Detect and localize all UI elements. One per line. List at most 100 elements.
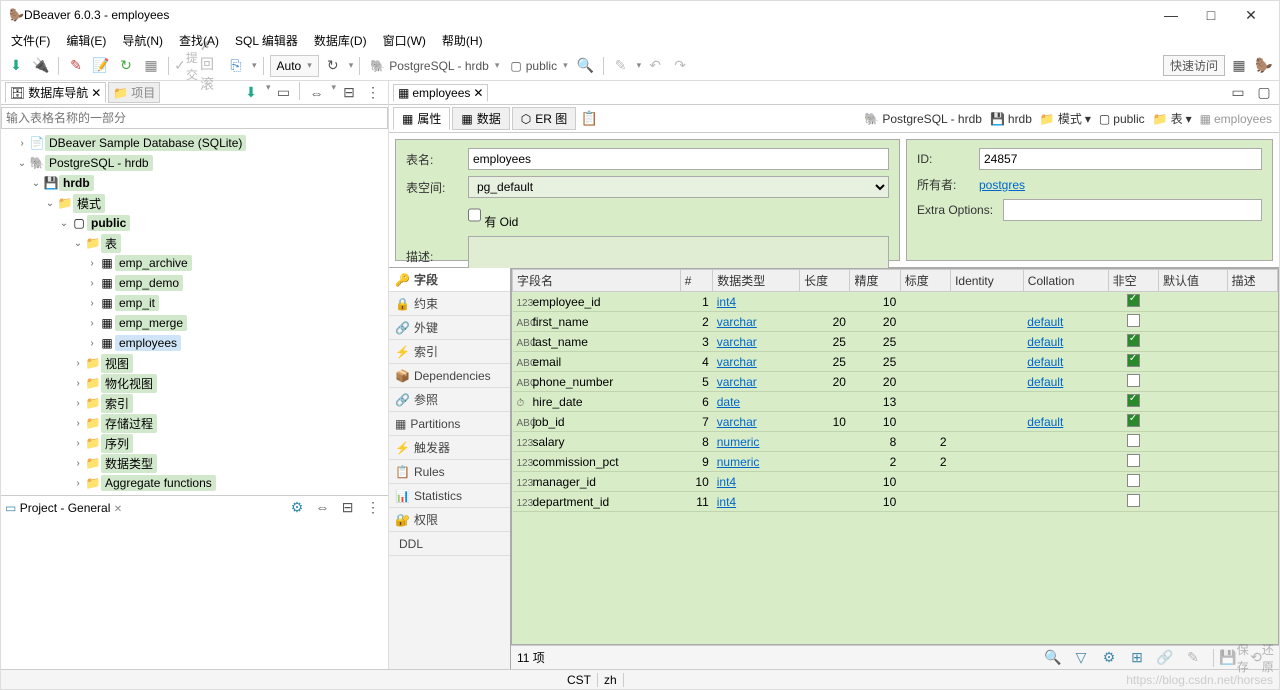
tab-db-navigator[interactable]: 🗄 数据库导航 ✕ (5, 82, 106, 103)
redo-icon[interactable]: ↷ (669, 55, 691, 77)
table-row[interactable]: 123employee_id1int410 (513, 292, 1278, 312)
tree-node[interactable]: ›📁数据类型 (1, 453, 388, 473)
table-row[interactable]: ABCfirst_name2varchar2020default (513, 312, 1278, 332)
link-col-icon[interactable]: 🔗 (1154, 647, 1176, 669)
tree-node[interactable]: ›📁序列 (1, 433, 388, 453)
txn-icon[interactable]: ⎘ (225, 55, 247, 77)
tree-node[interactable]: ›▦employees (1, 333, 388, 353)
nav-item[interactable]: ⚡索引 (389, 340, 510, 364)
editor-tab-employees[interactable]: ▦ employees ✕ (393, 84, 488, 102)
nav-item[interactable]: DDL (389, 532, 510, 556)
col-header[interactable]: 数据类型 (713, 270, 800, 292)
tree-node[interactable]: ›📁视图 (1, 353, 388, 373)
tab-tool1-icon[interactable]: ▭ (272, 82, 294, 104)
table-row[interactable]: ABCphone_number5varchar2020default (513, 372, 1278, 392)
sql-icon[interactable]: ✎ (65, 55, 87, 77)
menu-item[interactable]: 文件(F) (5, 30, 56, 51)
proj-menu-icon[interactable]: ⋮ (362, 497, 384, 519)
col-header[interactable]: 描述 (1227, 270, 1277, 292)
proj-settings-icon[interactable]: ⚙ (286, 497, 308, 519)
maximize-button[interactable]: □ (1191, 7, 1231, 23)
tree-node[interactable]: ⌄📁表 (1, 233, 388, 253)
select-tablespace[interactable]: pg_default (468, 176, 889, 198)
col-header[interactable]: Identity (951, 270, 1024, 292)
unknown1-icon[interactable]: ✎ (610, 55, 632, 77)
script-icon[interactable]: ▦ (140, 55, 162, 77)
col-header[interactable]: 非空 (1108, 270, 1158, 292)
table-row[interactable]: 123commission_pct9numeric22 (513, 452, 1278, 472)
recent-icon[interactable]: ↻ (115, 55, 137, 77)
minimize-button[interactable]: — (1151, 7, 1191, 23)
columns-table[interactable]: 字段名#数据类型长度精度标度IdentityCollation非空默认值描述 1… (512, 269, 1278, 512)
nav-item[interactable]: 📦Dependencies (389, 364, 510, 388)
tab-projects[interactable]: 📁 项目 (108, 82, 160, 103)
table-row[interactable]: ABCemail4varchar2525default (513, 352, 1278, 372)
close-button[interactable]: ✕ (1231, 7, 1271, 24)
nav-item[interactable]: ⚡触发器 (389, 436, 510, 460)
checkbox-has-oid[interactable] (468, 204, 481, 226)
ed-max-icon[interactable]: ▢ (1253, 82, 1275, 104)
table-row[interactable]: 123department_id11int410 (513, 492, 1278, 512)
undo-icon[interactable]: ↶ (644, 55, 666, 77)
autocommit-select[interactable]: Auto▾ (270, 55, 319, 77)
quick-access[interactable]: 快速访问 (1163, 55, 1225, 76)
edit-icon[interactable]: ✎ (1182, 647, 1204, 669)
new-icon[interactable]: ⬇ (240, 82, 262, 104)
menu-icon[interactable]: ⋮ (362, 82, 384, 104)
menu-item[interactable]: 帮助(H) (436, 30, 489, 51)
tree-node[interactable]: ›▦emp_demo (1, 273, 388, 293)
tree-filter-input[interactable] (1, 107, 388, 129)
tree-node[interactable]: ›📁物化视图 (1, 373, 388, 393)
search-icon[interactable]: 🔍 (1042, 647, 1064, 669)
new-conn-icon[interactable]: ⬇ (5, 55, 27, 77)
nav-item[interactable]: ▦Partitions (389, 412, 510, 436)
tree-node[interactable]: ⌄📁模式 (1, 193, 388, 213)
db-settings-icon[interactable]: 🔍 (575, 55, 597, 77)
tree-node[interactable]: ›📄DBeaver Sample Database (SQLite) (1, 133, 388, 153)
nav-item[interactable]: 🔑字段 (389, 268, 510, 292)
col-header[interactable]: 字段名 (513, 270, 681, 292)
nav-item[interactable]: 📊Statistics (389, 484, 510, 508)
tree-node[interactable]: ⌄🐘PostgreSQL - hrdb (1, 153, 388, 173)
menu-item[interactable]: 数据库(D) (308, 30, 373, 51)
table-row[interactable]: ABClast_name3varchar2525default (513, 332, 1278, 352)
nav-item[interactable]: 🔐权限 (389, 508, 510, 532)
tree-node[interactable]: ›▦emp_it (1, 293, 388, 313)
tree-node[interactable]: ›📁索引 (1, 393, 388, 413)
link-owner[interactable]: postgres (979, 178, 1025, 192)
tree-node[interactable]: ›▦emp_archive (1, 253, 388, 273)
db-tree[interactable]: ›📄DBeaver Sample Database (SQLite)⌄🐘Post… (1, 131, 388, 495)
collapse-icon[interactable]: ⊟ (338, 82, 360, 104)
perspective-icon[interactable]: ▦ (1228, 55, 1250, 77)
sql2-icon[interactable]: 📝 (90, 55, 112, 77)
proj-link-icon[interactable]: ⇔ (311, 496, 333, 518)
crumb-public[interactable]: ▢ public (1096, 112, 1148, 126)
nav-item[interactable]: 🔒约束 (389, 292, 510, 316)
conn-crumb[interactable]: 🐘PostgreSQL - hrdb▾ (366, 59, 503, 73)
menu-item[interactable]: 导航(N) (116, 30, 169, 51)
menu-item[interactable]: SQL 编辑器 (229, 30, 304, 51)
project-panel-header[interactable]: ▭ Project - General ✕ ⚙ ⇔ ⊟ ⋮ (1, 495, 388, 519)
revert-button[interactable]: ⟲ 还原 (1251, 647, 1273, 669)
input-id[interactable] (979, 148, 1262, 170)
refresh-icon[interactable]: ↻ (322, 55, 344, 77)
col-header[interactable]: 精度 (850, 270, 900, 292)
crumb-tables[interactable]: 📁 表 ▾ (1150, 110, 1195, 127)
grid-icon[interactable]: ⊞ (1126, 647, 1148, 669)
settings-icon[interactable]: ⚙ (1098, 647, 1120, 669)
col-header[interactable]: 默认值 (1158, 270, 1227, 292)
nav-item[interactable]: 🔗参照 (389, 388, 510, 412)
col-header[interactable]: 长度 (800, 270, 850, 292)
input-extra[interactable] (1003, 199, 1262, 221)
subtab-data[interactable]: ▦ 数据 (452, 107, 509, 130)
tree-node[interactable]: ›▦emp_merge (1, 313, 388, 333)
tree-node[interactable]: ›📁Aggregate functions (1, 473, 388, 493)
crumb-schema[interactable]: 📁 模式 ▾ (1037, 110, 1094, 127)
link-icon[interactable]: ⇔ (305, 82, 327, 104)
table-row[interactable]: ⏱hire_date6date13 (513, 392, 1278, 412)
nav-item[interactable]: 📋Rules (389, 460, 510, 484)
dbeaver-perspective-icon[interactable]: 🦫 (1253, 55, 1275, 77)
table-row[interactable]: 123manager_id10int410 (513, 472, 1278, 492)
tree-node[interactable]: ⌄▢public (1, 213, 388, 233)
tree-node[interactable]: ›📁存储过程 (1, 413, 388, 433)
